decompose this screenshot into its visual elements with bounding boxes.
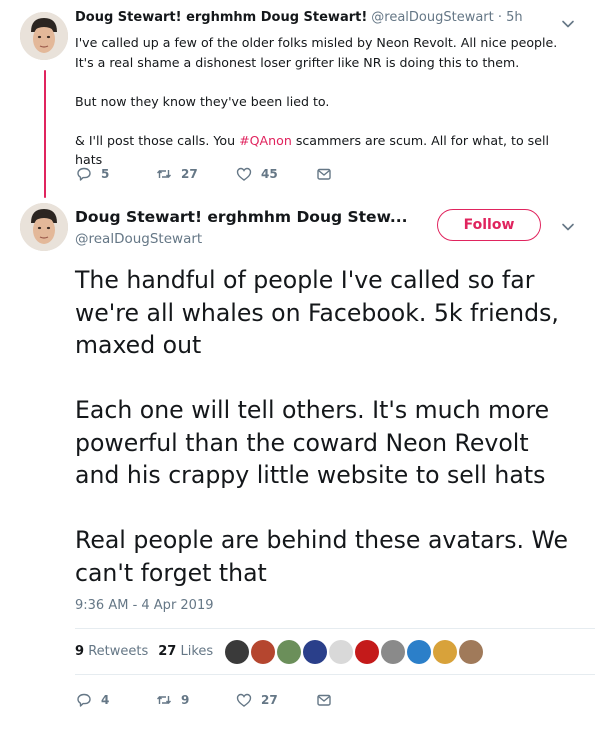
like-button[interactable]: 45: [236, 166, 316, 182]
tweet-paragraph: Each one will tell others. It's much mor…: [75, 396, 550, 489]
liker-avatar[interactable]: [329, 640, 353, 664]
liker-avatars: [225, 640, 485, 664]
avatar[interactable]: [20, 203, 68, 251]
likes-stat-count: 27: [158, 644, 177, 659]
thread-connector-line: [44, 70, 46, 198]
tweet-paragraph: & I'll post those calls. You #QAnon scam…: [75, 131, 575, 170]
like-icon: [236, 693, 252, 707]
retweet-icon: [157, 170, 171, 178]
liker-avatar[interactable]: [225, 640, 249, 664]
like-count: 45: [261, 167, 278, 181]
username-and-time[interactable]: @realDougStewart · 5h: [371, 10, 522, 25]
divider: [75, 674, 595, 675]
liker-avatar[interactable]: [407, 640, 431, 664]
divider: [75, 628, 595, 629]
retweets-stat-count: 9: [75, 644, 85, 659]
tweet-stats: 9 Retweets 27 Likes: [75, 644, 223, 659]
message-icon: [317, 694, 331, 706]
like-count: 27: [261, 693, 278, 707]
message-button[interactable]: [316, 692, 396, 708]
retweet-button[interactable]: 27: [156, 166, 236, 182]
chevron-down-icon[interactable]: [561, 17, 575, 31]
tweet-timestamp[interactable]: 9:36 AM - 4 Apr 2019: [75, 598, 214, 613]
tweet-paragraph: The handful of people I've called so far…: [75, 266, 559, 359]
tweet-text: The handful of people I've called so far…: [75, 264, 575, 622]
reply-button[interactable]: 5: [76, 166, 156, 182]
reply-count: 4: [101, 693, 110, 707]
reply-icon: [77, 167, 91, 181]
like-icon: [236, 167, 252, 181]
likes-stat-label: Likes: [180, 644, 214, 659]
tweet-paragraph: But now they know they've been lied to.: [75, 93, 330, 109]
liker-avatar[interactable]: [381, 640, 405, 664]
likes-stat[interactable]: 27 Likes: [158, 644, 213, 659]
tweet-paragraph: Real people are behind these avatars. We…: [75, 526, 568, 587]
chevron-down-icon[interactable]: [561, 220, 575, 234]
display-name[interactable]: Doug Stewart! erghmhm Doug Stewart!: [75, 10, 367, 25]
retweet-icon: [157, 696, 171, 704]
display-name[interactable]: Doug Stewart! erghmhm Doug Stew...: [75, 208, 408, 226]
retweets-stat-label: Retweets: [88, 644, 149, 659]
retweet-count: 9: [181, 693, 190, 707]
username[interactable]: @realDougStewart: [75, 231, 202, 247]
tweet-header: Doug Stewart! erghmhm Doug Stewart! @real…: [75, 10, 523, 25]
like-button[interactable]: 27: [236, 692, 316, 708]
reply-button[interactable]: 4: [76, 692, 156, 708]
retweet-button[interactable]: 9: [156, 692, 236, 708]
retweet-count: 27: [181, 167, 198, 181]
text-span: & I'll post those calls. You: [75, 132, 240, 148]
tweet-paragraph: I've called up a few of the older folks …: [75, 35, 558, 70]
liker-avatar[interactable]: [433, 640, 457, 664]
hashtag-link[interactable]: #QAnon: [239, 133, 292, 148]
liker-avatar[interactable]: [303, 640, 327, 664]
liker-avatar[interactable]: [459, 640, 483, 664]
liker-avatar[interactable]: [251, 640, 275, 664]
message-icon: [317, 168, 331, 180]
liker-avatar[interactable]: [277, 640, 301, 664]
avatar[interactable]: [20, 12, 68, 60]
reply-count: 5: [101, 167, 110, 181]
message-button[interactable]: [316, 166, 396, 182]
tweet-actions: 4 9 27: [76, 692, 396, 708]
tweet-actions: 5 27 45: [76, 166, 396, 182]
retweets-stat[interactable]: 9 Retweets: [75, 644, 148, 659]
liker-avatar[interactable]: [355, 640, 379, 664]
follow-button[interactable]: Follow: [437, 209, 541, 241]
reply-icon: [77, 693, 91, 707]
